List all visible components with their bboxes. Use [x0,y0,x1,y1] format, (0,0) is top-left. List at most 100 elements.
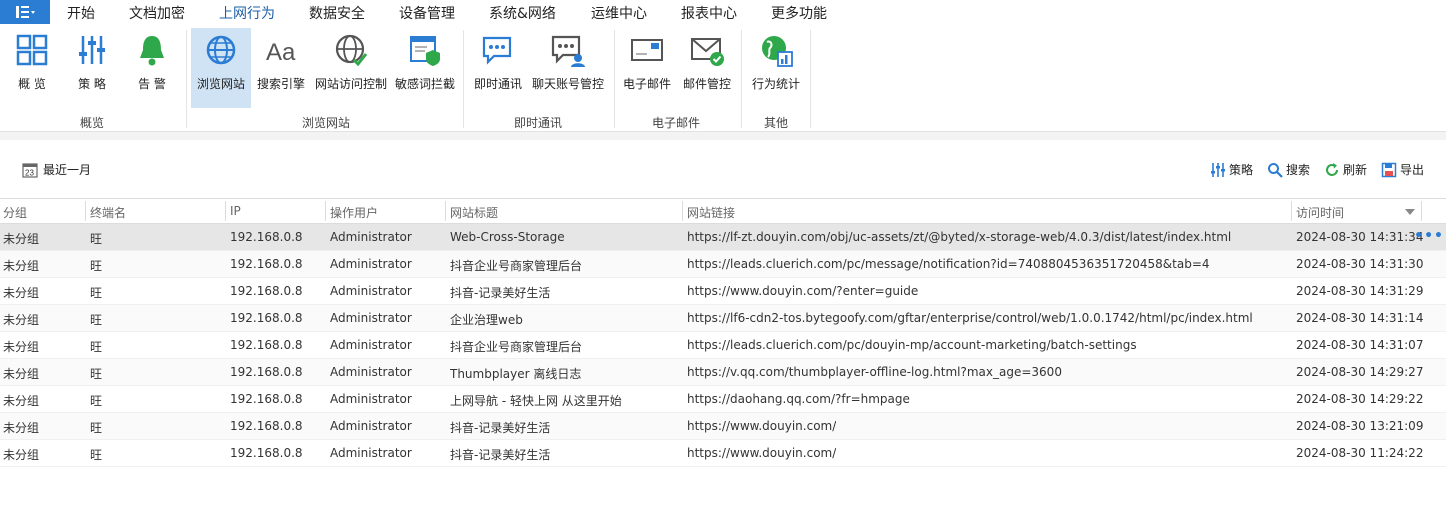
group-divider [614,30,615,128]
sliders-icon [1210,162,1225,177]
instant-messaging-label: 即时通讯 [473,77,522,91]
column-header-terminal[interactable]: 终端名 [90,204,126,221]
date-range-selector[interactable]: 23 最近一月 [22,161,91,178]
column-header-visit-time[interactable]: 访问时间 [1296,204,1344,221]
policy-tool-button[interactable]: 策略 [1210,161,1253,178]
cell-site-url[interactable]: https://lf-zt.douyin.com/obj/uc-assets/z… [687,230,1231,244]
table-row[interactable]: 未分组 旺 192.168.0.8 Administrator 抖音-记录美好生活 htt… [0,440,1446,467]
instant-messaging-button[interactable]: 即时通讯 [470,28,526,108]
refresh-icon [1325,162,1338,176]
cell-visit-time: 2024-08-30 14:29:22 [1296,392,1424,406]
cell-ip: 192.168.0.8 [230,257,303,271]
table-row[interactable]: 未分组 旺 192.168.0.8 Administrator Thumbplayer … [0,359,1446,386]
tab-data-security[interactable]: 数据安全 [309,3,365,23]
table-row[interactable]: 未分组 旺 192.168.0.8 Administrator 抖音企业号商家管理后台 h… [0,332,1446,359]
table-body: 未分组旺 192.168.0.8 Administrator Web-Cross-St… [0,224,1446,467]
table-row[interactable]: 未分组 旺 192.168.0.8 Administrator 抖音-记录美好生活 htt… [0,413,1446,440]
column-header-site-title[interactable]: 网站标题 [450,204,498,221]
chat-account-control-button[interactable]: 聊天账号管控 [530,28,606,108]
cell-terminal: 旺 [90,448,103,462]
cell-terminal: 旺 [90,421,103,435]
cell-site-url[interactable]: https://lf6-cdn2-tos.bytegoofy.com/gftar… [687,311,1253,325]
column-header-group[interactable]: 分组 [3,204,27,221]
cell-site-url[interactable]: https://www.douyin.com/ [687,446,836,460]
column-header-user[interactable]: 操作用户 [330,204,378,221]
alert-button[interactable]: 告 警 [126,28,178,108]
column-header-site-url[interactable]: 网站链接 [687,204,735,221]
search-engine-button[interactable]: Aa 搜索引擎 [253,28,309,108]
cell-user: Administrator [330,392,412,406]
toolbar: 23 最近一月 策略 搜索 刷新 导出 [0,156,1446,184]
cell-visit-time: 2024-08-30 14:29:27 [1296,365,1424,379]
cell-site-url[interactable]: https://v.qq.com/thumbplayer-offline-log… [687,365,1062,379]
cell-group: 未分组 [3,367,40,381]
column-divider[interactable] [1291,201,1292,221]
browse-websites-button[interactable]: 浏览网站 [191,28,251,108]
sensitive-word-block-button[interactable]: 敏感词拦截 [393,28,457,108]
cell-terminal: 旺 [90,367,103,381]
website-access-control-button[interactable]: 网站访问控制 [312,28,390,108]
tab-report-center[interactable]: 报表中心 [681,3,737,23]
tab-system-network[interactable]: 系统&网络 [489,3,556,23]
cell-site-url[interactable]: https://leads.cluerich.com/pc/message/no… [687,257,1210,271]
table-row[interactable]: 未分组 旺 192.168.0.8 Administrator 抖音企业号商家管理后台 h… [0,251,1446,278]
email-button[interactable]: 电子邮件 [619,28,675,108]
cell-site-url[interactable]: https://daohang.qq.com/?fr=hmpage [687,392,910,406]
refresh-label: 刷新 [1342,163,1367,177]
group-divider [463,30,464,128]
cell-terminal: 旺 [90,340,103,354]
search-button[interactable]: 搜索 [1267,161,1310,178]
row-more-icon[interactable]: ••• [1414,228,1444,244]
column-divider[interactable] [445,201,446,221]
column-divider[interactable] [85,201,86,221]
column-divider[interactable] [1421,201,1422,221]
group-email: 电子邮件 [651,116,700,130]
tab-device-management[interactable]: 设备管理 [399,3,455,23]
cell-ip: 192.168.0.8 [230,284,303,298]
sort-desc-icon[interactable] [1404,208,1416,216]
refresh-button[interactable]: 刷新 [1324,161,1367,178]
tab-more-functions[interactable]: 更多功能 [771,3,827,23]
cell-ip: 192.168.0.8 [230,311,303,325]
cell-visit-time: 2024-08-30 11:24:22 [1296,446,1424,460]
cell-user: Administrator [330,365,412,379]
cell-visit-time: 2024-08-30 14:31:07 [1296,338,1424,352]
column-header-ip[interactable]: IP [230,204,241,218]
column-divider[interactable] [682,201,683,221]
table-row[interactable]: 未分组 旺 192.168.0.8 Administrator 上网导航 - 轻快上网 … [0,386,1446,413]
sensitive-word-block-label: 敏感词拦截 [394,77,455,91]
tab-start[interactable]: 开始 [67,3,95,23]
export-button[interactable]: 导出 [1381,161,1424,178]
behavior-stats-button[interactable]: 行为统计 [748,28,804,108]
cell-site-url[interactable]: https://www.douyin.com/?enter=guide [687,284,918,298]
cell-site-title: 抖音企业号商家管理后台 [450,340,583,354]
tab-internet-behavior[interactable]: 上网行为 [219,3,275,26]
envelope-icon [631,39,663,61]
cell-terminal: 旺 [90,394,103,408]
cell-group: 未分组 [3,394,40,408]
policy-button[interactable]: 策 略 [66,28,118,108]
column-divider[interactable] [225,201,226,221]
email-control-button[interactable]: 邮件管控 [679,28,735,108]
cell-group: 未分组 [3,448,40,462]
table-header: 分组 终端名 IP 操作用户 网站标题 网站链接 访问时间 [0,198,1446,224]
tab-ops-center[interactable]: 运维中心 [591,3,647,23]
cell-site-url[interactable]: https://leads.cluerich.com/pc/douyin-mp/… [687,338,1137,352]
cell-site-url[interactable]: https://www.douyin.com/ [687,419,836,433]
overview-button[interactable]: 概 览 [6,28,58,108]
chat-user-icon [551,35,585,67]
app-menu-button[interactable] [0,0,50,24]
cell-group: 未分组 [3,313,40,327]
table-row[interactable]: 未分组 旺 192.168.0.8 Administrator Web-Cross-St… [0,224,1446,251]
cell-site-title: 企业治理web [450,313,523,327]
cell-terminal: 旺 [90,232,103,246]
cell-terminal: 旺 [90,313,103,327]
cell-ip: 192.168.0.8 [230,365,303,379]
font-icon: Aa [266,39,296,66]
column-divider[interactable] [325,201,326,221]
table-row[interactable]: 未分组 旺 192.168.0.8 Administrator 企业治理web https… [0,305,1446,332]
group-browse-websites: 浏览网站 [301,116,350,130]
table-row[interactable]: 未分组 旺 192.168.0.8 Administrator 抖音-记录美好生活 htt… [0,278,1446,305]
tab-document-encryption[interactable]: 文档加密 [129,3,185,23]
calendar-icon: 23 [22,162,38,178]
